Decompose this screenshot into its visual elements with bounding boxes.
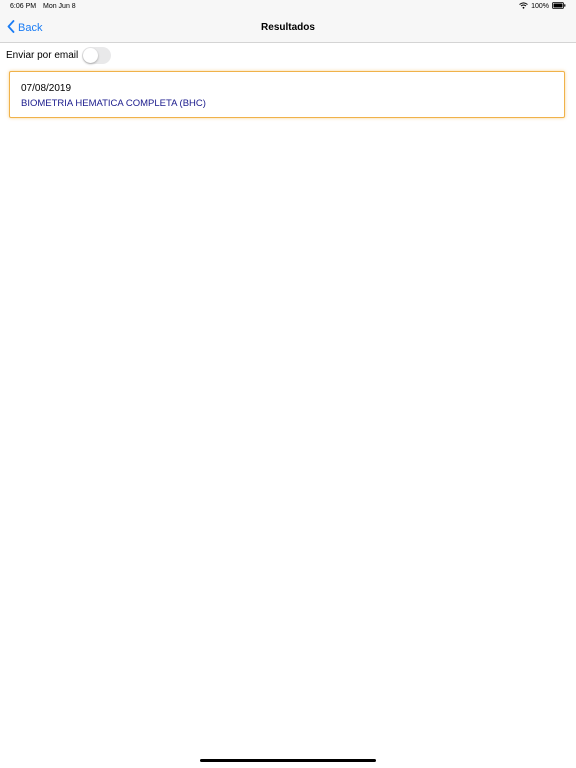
battery-percentage: 100% bbox=[531, 3, 549, 10]
page-title: Resultados bbox=[261, 22, 315, 33]
email-label: Enviar por email bbox=[6, 50, 79, 61]
battery-icon bbox=[552, 2, 566, 11]
toggle-knob bbox=[83, 48, 99, 63]
status-time: 6:06 PM bbox=[10, 3, 37, 10]
email-toggle[interactable] bbox=[82, 47, 112, 64]
status-date: Mon Jun 8 bbox=[43, 3, 76, 10]
wifi-icon bbox=[519, 2, 528, 11]
result-name: BIOMETRIA HEMATICA COMPLETA (BHC) bbox=[21, 98, 206, 109]
navigation-bar: Back Resultados bbox=[0, 13, 576, 43]
status-bar: 6:06 PM Mon Jun 8 100% bbox=[0, 0, 576, 13]
result-date: 07/08/2019 bbox=[21, 83, 72, 94]
status-indicators: 100% bbox=[519, 2, 566, 11]
email-row: Enviar por email bbox=[6, 47, 112, 64]
home-indicator[interactable] bbox=[200, 759, 376, 762]
app-screen: 6:06 PM Mon Jun 8 100% Back Resultados E… bbox=[0, 0, 576, 768]
result-card[interactable]: 07/08/2019 BIOMETRIA HEMATICA COMPLETA (… bbox=[9, 71, 565, 118]
